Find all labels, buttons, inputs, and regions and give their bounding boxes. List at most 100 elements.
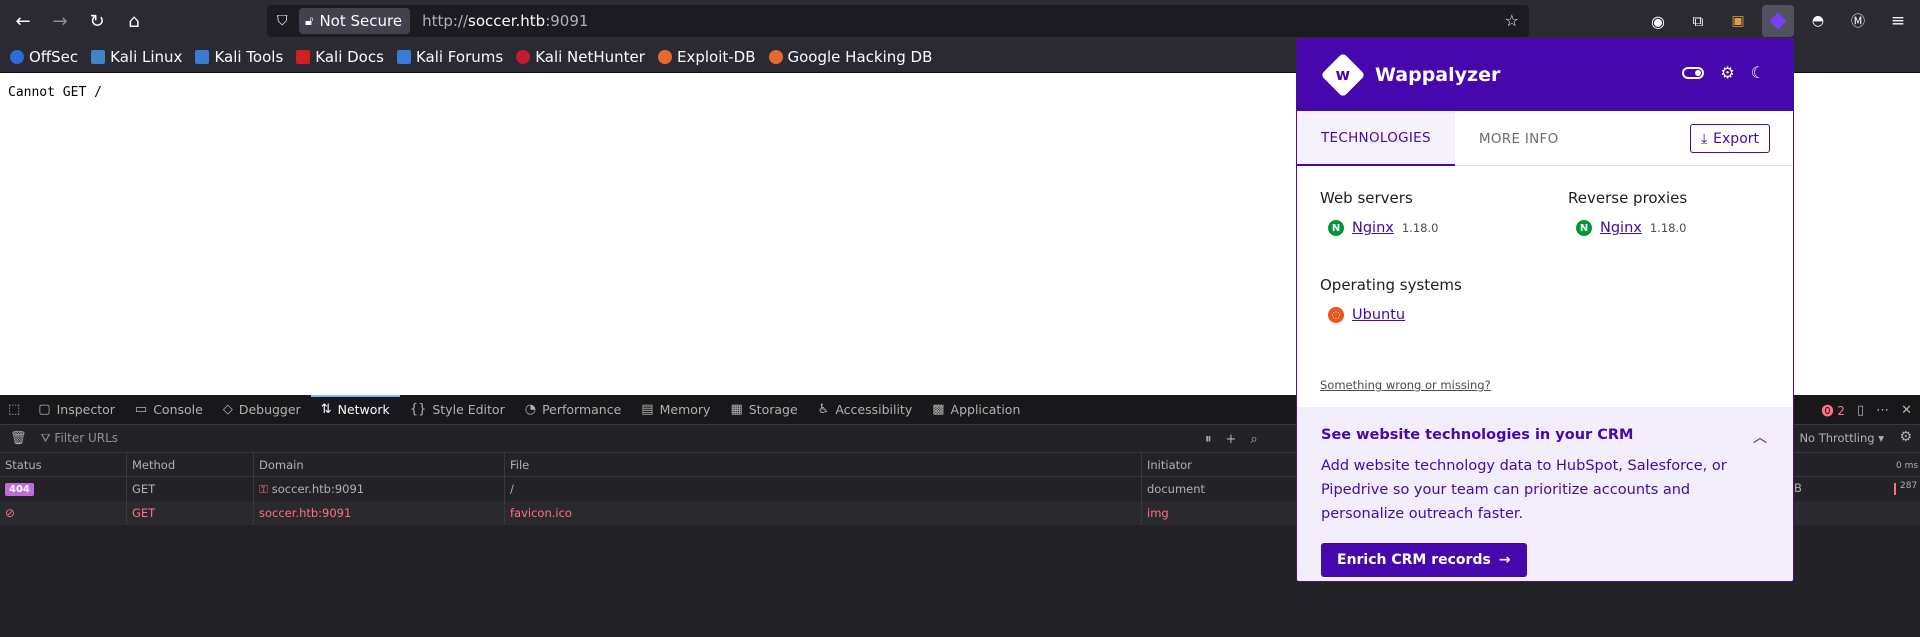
error-message: Cannot GET / bbox=[8, 85, 102, 100]
export-label: Export bbox=[1713, 130, 1759, 147]
more-options-icon[interactable]: ⋯ bbox=[1876, 403, 1889, 418]
transferred-cell-fragment: B bbox=[1794, 481, 1802, 495]
wappalyzer-extension-icon[interactable] bbox=[1762, 5, 1794, 37]
bookmark-kali-tools[interactable]: Kali Tools bbox=[195, 48, 283, 66]
throttling-select[interactable]: No Throttling ▾ bbox=[1799, 431, 1884, 445]
bookmark-label: Kali Docs bbox=[315, 48, 384, 66]
dark-mode-moon-icon[interactable]: ☾ bbox=[1751, 63, 1765, 82]
forward-icon[interactable]: → bbox=[46, 7, 74, 35]
tab-more-info[interactable]: MORE INFO bbox=[1455, 111, 1583, 166]
enrich-crm-button[interactable]: Enrich CRM records → bbox=[1321, 543, 1527, 577]
domain-cell: soccer.htb:9091 bbox=[254, 501, 505, 525]
tab-storage[interactable]: ▦ Storage bbox=[720, 395, 807, 425]
tab-application[interactable]: ▩ Application bbox=[922, 395, 1030, 425]
search-icon[interactable]: ⌕ bbox=[1250, 432, 1257, 447]
filter-urls-input[interactable]: ⛛ Filter URLs bbox=[41, 431, 119, 446]
bookmark-star-icon[interactable]: ☆ bbox=[1505, 11, 1519, 30]
insecure-icon: ⚿ bbox=[259, 481, 268, 496]
app-menu-icon[interactable]: ≡ bbox=[1882, 5, 1914, 37]
bookmark-label: Kali Tools bbox=[214, 48, 284, 66]
home-icon[interactable]: ⌂ bbox=[120, 7, 148, 35]
category-web-servers: Web servers bbox=[1320, 189, 1413, 207]
tech-version: 1.18.0 bbox=[1649, 221, 1687, 235]
download-icon: ⤓ bbox=[1700, 130, 1708, 147]
bookmark-label: Kali NetHunter bbox=[535, 48, 645, 66]
tab-label: Application bbox=[950, 402, 1021, 417]
bookmark-kali-docs[interactable]: Kali Docs bbox=[296, 48, 384, 66]
url-text[interactable]: http://soccer.htb:9091 bbox=[422, 12, 588, 30]
tab-debugger[interactable]: ◇ Debugger bbox=[213, 395, 311, 425]
account-icon[interactable]: ◉ bbox=[1642, 5, 1674, 37]
wappalyzer-header: w Wappalyzer ⚙ ☾ bbox=[1297, 39, 1793, 111]
technologies-list: Web servers N Nginx 1.18.0 Reverse proxi… bbox=[1297, 166, 1793, 408]
network-settings-icon[interactable]: ⚙ bbox=[1899, 429, 1912, 445]
inspector-icon: ▢ bbox=[38, 402, 51, 417]
toggle-icon[interactable] bbox=[1682, 66, 1705, 79]
export-button[interactable]: ⤓ Export bbox=[1689, 124, 1770, 153]
tech-link[interactable]: Nginx bbox=[1352, 220, 1394, 236]
tab-console[interactable]: ▭ Console bbox=[125, 395, 213, 425]
kali-nethunter-icon bbox=[516, 50, 531, 64]
something-wrong-link[interactable]: Something wrong or missing? bbox=[1320, 378, 1491, 392]
kali-dragon-icon bbox=[91, 50, 106, 64]
bookmark-label: Kali Linux bbox=[110, 48, 183, 66]
arrow-right-icon: → bbox=[1498, 552, 1511, 568]
error-count-badge[interactable]: ⓿ 2 bbox=[1821, 402, 1844, 419]
foxyproxy-icon[interactable]: Ⓜ bbox=[1842, 5, 1874, 37]
hat-extension-icon[interactable]: ◓ bbox=[1802, 5, 1834, 37]
bookmark-google-hacking-db[interactable]: Google Hacking DB bbox=[768, 48, 932, 66]
nginx-icon: N bbox=[1576, 220, 1592, 236]
tab-accessibility[interactable]: ♿ Accessibility bbox=[808, 395, 923, 425]
tab-style-editor[interactable]: {} Style Editor bbox=[400, 395, 515, 425]
wappalyzer-logo-icon: w bbox=[1320, 52, 1366, 98]
bookmark-offsec[interactable]: OffSec bbox=[10, 48, 78, 66]
site-security-indicator[interactable]: ⛉ 🔓︎ Not Secure bbox=[277, 8, 411, 34]
domain-text: soccer.htb:9091 bbox=[271, 482, 365, 496]
exploit-db-icon bbox=[657, 50, 672, 64]
col-domain[interactable]: Domain bbox=[254, 453, 505, 477]
performance-icon: ◔ bbox=[524, 402, 537, 417]
bookmark-exploit-db[interactable]: Exploit-DB bbox=[657, 48, 756, 66]
nginx-icon: N bbox=[1328, 220, 1344, 236]
ghdb-icon bbox=[768, 50, 783, 64]
col-status[interactable]: Status bbox=[0, 453, 127, 477]
tab-performance[interactable]: ◔ Performance bbox=[515, 395, 632, 425]
style-editor-icon: {} bbox=[409, 402, 427, 417]
element-picker[interactable]: ⬚ bbox=[0, 395, 28, 425]
url-host: soccer.htb bbox=[468, 12, 546, 30]
url-port: :9091 bbox=[545, 12, 589, 30]
waterfall-label: 0 ms bbox=[1896, 461, 1919, 471]
reload-icon[interactable]: ↻ bbox=[83, 7, 111, 35]
col-method[interactable]: Method bbox=[127, 453, 254, 477]
tab-label: Network bbox=[337, 402, 390, 417]
tab-inspector[interactable]: ▢ Inspector bbox=[28, 395, 125, 425]
cookie-editor-icon[interactable]: ▣ bbox=[1722, 5, 1754, 37]
tab-label: Performance bbox=[542, 402, 622, 417]
memory-icon: ▤ bbox=[641, 402, 654, 417]
bookmark-kali-nethunter[interactable]: Kali NetHunter bbox=[516, 48, 645, 66]
url-bar[interactable]: ⛉ 🔓︎ Not Secure http://soccer.htb:9091 ☆ bbox=[267, 5, 1529, 37]
dock-icon[interactable]: ▯ bbox=[1857, 403, 1864, 418]
close-devtools-icon[interactable]: ✕ bbox=[1901, 403, 1912, 418]
col-file[interactable]: File bbox=[505, 453, 1142, 477]
kali-tools-icon bbox=[195, 50, 210, 64]
tab-technologies[interactable]: TECHNOLOGIES bbox=[1297, 111, 1455, 166]
tab-memory[interactable]: ▤ Memory bbox=[631, 395, 720, 425]
pause-icon[interactable]: ⏸ bbox=[1205, 432, 1212, 447]
console-icon: ▭ bbox=[134, 402, 148, 417]
tech-link[interactable]: Ubuntu bbox=[1352, 307, 1405, 323]
filter-placeholder: Filter URLs bbox=[54, 431, 119, 445]
bookmark-kali-linux[interactable]: Kali Linux bbox=[91, 48, 182, 66]
tab-label: Inspector bbox=[56, 402, 115, 417]
chevron-up-icon[interactable]: ︿ bbox=[1753, 427, 1767, 447]
bookmark-kali-forums[interactable]: Kali Forums bbox=[396, 48, 503, 66]
clear-trash-icon[interactable]: 🗑︎ bbox=[10, 431, 27, 446]
tab-network[interactable]: ⇅ Network bbox=[310, 394, 400, 425]
tech-link[interactable]: Nginx bbox=[1600, 220, 1642, 236]
back-icon[interactable]: ← bbox=[9, 7, 37, 35]
settings-gear-icon[interactable]: ⚙ bbox=[1720, 63, 1734, 82]
extensions-icon[interactable]: ⧉ bbox=[1682, 5, 1714, 37]
add-icon[interactable]: + bbox=[1226, 432, 1237, 447]
tab-label: Debugger bbox=[238, 402, 301, 417]
bookmark-label: Exploit-DB bbox=[676, 48, 756, 66]
